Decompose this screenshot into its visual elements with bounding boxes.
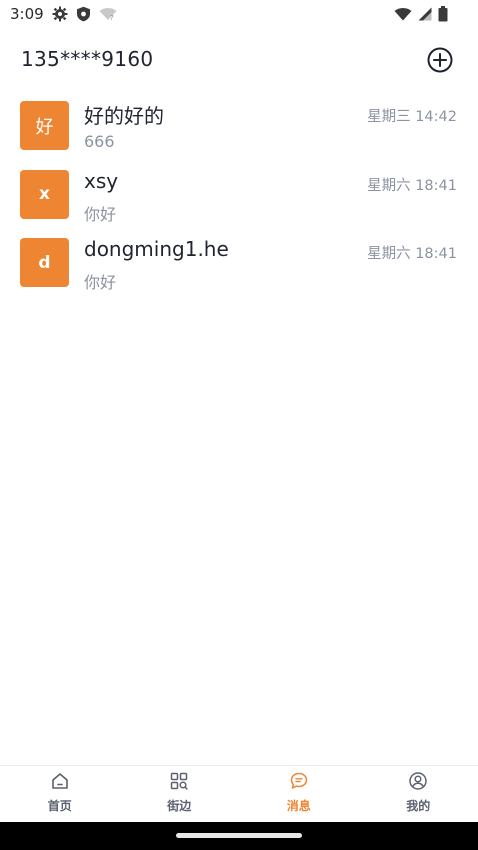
conversation-item[interactable]: d dongming1.he 你好 星期六 18:41 — [0, 227, 478, 296]
home-indicator[interactable] — [176, 833, 302, 838]
svg-text:?: ? — [110, 14, 114, 21]
tab-label: 街边 — [167, 799, 192, 813]
conversation-list: 好 好的好的 666 星期三 14:42 x xsy 你好 星期六 18:41 … — [0, 90, 478, 296]
conversation-time: 星期六 18:41 — [367, 246, 457, 262]
conversation-preview: 你好 — [84, 273, 117, 292]
status-time: 3:09 — [10, 5, 44, 23]
conversation-item[interactable]: x xsy 你好 星期六 18:41 — [0, 159, 478, 228]
status-left: 3:09 ? — [10, 5, 117, 23]
battery-icon — [438, 6, 448, 22]
status-right — [394, 6, 448, 22]
avatar: 好 — [20, 101, 69, 150]
add-button[interactable] — [426, 46, 454, 74]
conversation-time: 星期六 18:41 — [367, 177, 457, 194]
tab-home[interactable]: 首页 — [0, 766, 120, 823]
bottom-tab-bar: 首页 街边 消息 我的 — [0, 765, 478, 823]
plus-circle-icon — [427, 47, 453, 73]
header: 135****9160 — [0, 40, 478, 80]
conversation-name: xsy — [84, 168, 119, 193]
shield-icon — [76, 6, 91, 22]
avatar: x — [20, 169, 69, 219]
tab-label: 消息 — [286, 799, 311, 813]
chat-bubble-icon — [290, 772, 307, 789]
gear-icon — [52, 6, 68, 22]
status-bar: 3:09 ? — [0, 0, 478, 28]
system-nav-bar — [0, 822, 478, 850]
tab-messages[interactable]: 消息 — [239, 766, 359, 823]
wifi-icon — [394, 7, 412, 21]
user-circle-icon — [409, 772, 427, 790]
tab-label: 首页 — [47, 799, 72, 813]
wifi-off-icon: ? — [99, 7, 117, 21]
grid-search-icon — [171, 772, 188, 790]
conversation-preview: 你好 — [84, 204, 117, 224]
account-title: 135****9160 — [21, 47, 154, 71]
conversation-name: 好的好的 — [84, 104, 164, 128]
conversation-name: dongming1.he — [84, 237, 229, 261]
conversation-item[interactable]: 好 好的好的 666 星期三 14:42 — [0, 90, 478, 159]
conversation-time: 星期三 14:42 — [367, 109, 457, 125]
tab-me[interactable]: 我的 — [359, 766, 478, 823]
tab-label: 我的 — [406, 799, 431, 813]
cell-signal-icon — [418, 7, 432, 21]
home-icon — [51, 773, 68, 789]
avatar: d — [20, 238, 69, 287]
conversation-preview: 666 — [84, 132, 115, 151]
tab-street[interactable]: 街边 — [120, 766, 240, 823]
